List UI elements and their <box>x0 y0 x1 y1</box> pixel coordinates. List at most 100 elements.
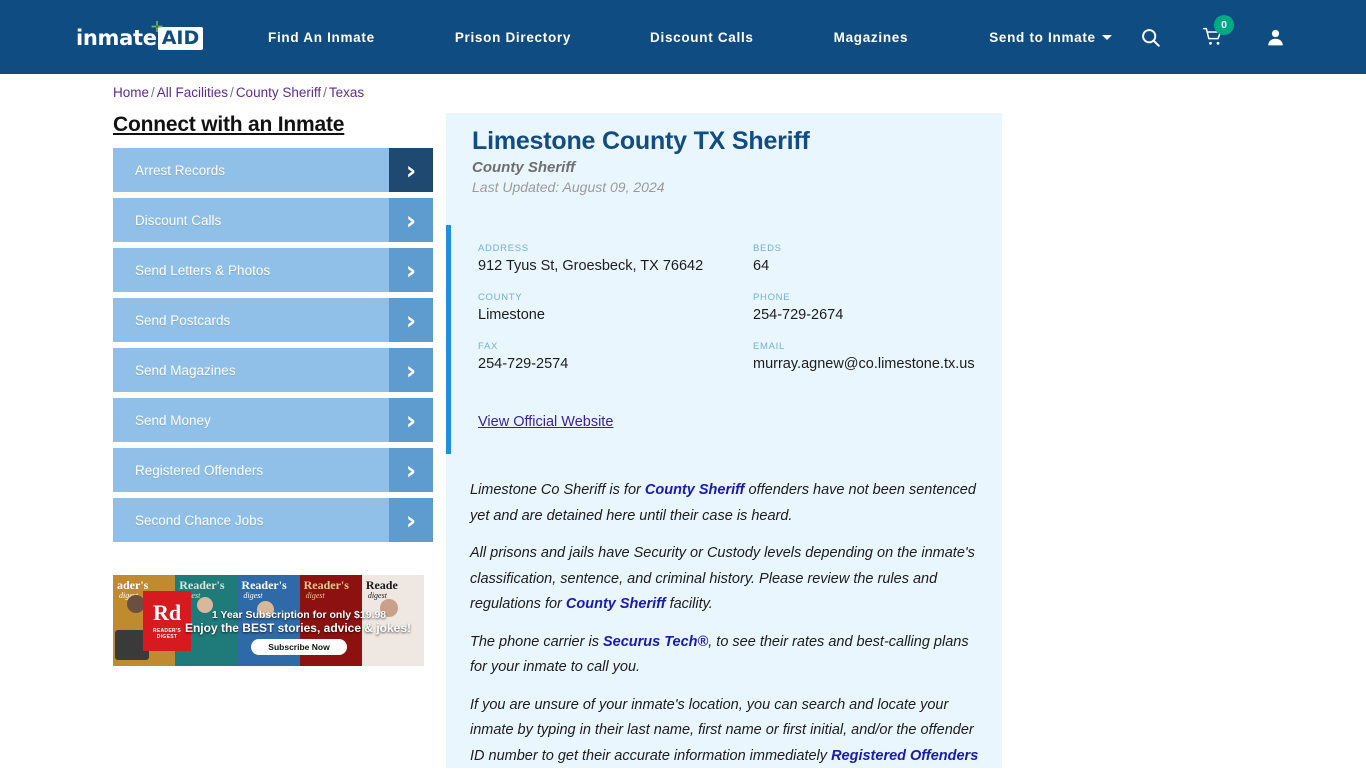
info-field-phone: PHONE 254-729-2674 <box>753 292 983 324</box>
ad-headline: 1 Year Subscription for only $19.98 <box>211 609 387 621</box>
info-field-beds: BEDS 64 <box>753 243 983 275</box>
facility-info-grid: ADDRESS 912 Tyus St, Groesbeck, TX 76642… <box>478 243 983 390</box>
sidebar-item-label: Second Chance Jobs <box>135 512 264 528</box>
sidebar-item-second-chance-jobs[interactable]: Second Chance Jobs › <box>113 498 433 542</box>
cart-count-badge: 0 <box>1214 15 1234 35</box>
site-logo[interactable]: inmate ✛ AID <box>76 19 204 51</box>
last-updated: Last Updated: August 09, 2024 <box>472 179 665 195</box>
cover-sub: digest <box>243 591 263 600</box>
chevron-right-icon: › <box>389 348 433 392</box>
cover-sub: digest <box>305 591 325 600</box>
link-county-sheriff[interactable]: County Sheriff <box>645 482 745 498</box>
sidebar-item-label: Registered Offenders <box>135 462 264 478</box>
cover-sub: digest <box>367 591 387 600</box>
site-header: inmate ✛ AID Find An Inmate Prison Direc… <box>0 0 1366 74</box>
page-title: Limestone County TX Sheriff <box>472 127 810 155</box>
info-value: Limestone <box>478 307 545 323</box>
chevron-right-icon: › <box>389 148 433 192</box>
search-icon[interactable] <box>1140 27 1161 48</box>
breadcrumb: Home / All Facilities / County Sheriff / Texas <box>113 85 364 100</box>
plus-icon: ✛ <box>150 17 164 36</box>
header-icon-group: 0 <box>1140 0 1366 74</box>
info-label: COUNTY <box>478 292 523 303</box>
info-label: PHONE <box>753 292 791 303</box>
info-value: 912 Tyus St, Groesbeck, TX 76642 <box>478 258 704 274</box>
advertisement-banner[interactable]: ader's digest Reader's digest Reader's d… <box>113 575 424 666</box>
primary-navigation: Find An Inmate Prison Directory Discount… <box>268 0 1112 74</box>
info-label: ADDRESS <box>478 243 529 254</box>
nav-find-an-inmate[interactable]: Find An Inmate <box>268 30 375 45</box>
sidebar-item-send-letters-photos[interactable]: Send Letters & Photos › <box>113 248 433 292</box>
paragraph-text: The phone carrier is <box>470 633 603 650</box>
nav-send-to-inmate[interactable]: Send to Inmate <box>989 30 1112 45</box>
info-value: 254-729-2574 <box>478 356 569 372</box>
logo-aid-badge: ✛ AID <box>151 19 204 50</box>
paragraph-text: All prisons and jails have Security or C… <box>470 545 975 612</box>
cover-title: Reader's <box>241 578 287 592</box>
paragraph-text: facility. <box>665 596 713 612</box>
nav-magazines[interactable]: Magazines <box>834 30 909 45</box>
chevron-right-icon: › <box>389 248 433 292</box>
info-value: 254-729-2674 <box>753 307 844 323</box>
description-paragraph-1: Limestone Co Sheriff is for County Sheri… <box>470 478 986 529</box>
chevron-down-icon <box>1101 34 1112 40</box>
sidebar-heading: Connect with an Inmate <box>113 113 345 136</box>
sidebar-item-label: Arrest Records <box>135 162 226 178</box>
cover-title: Reader's <box>303 578 349 592</box>
cover-title: Reader's <box>179 578 225 592</box>
sidebar-item-label: Send Postcards <box>135 312 231 328</box>
view-official-website-link[interactable]: View Official Website <box>478 414 613 430</box>
info-field-fax: FAX 254-729-2574 <box>478 341 753 373</box>
sidebar-item-label: Discount Calls <box>135 212 222 228</box>
link-securus-tech[interactable]: Securus Tech® <box>603 634 708 650</box>
cart-icon[interactable]: 0 <box>1202 15 1234 47</box>
logo-aid-text: AID <box>161 26 200 49</box>
breadcrumb-item-all-facilities[interactable]: All Facilities <box>157 85 228 100</box>
ad-subheadline: Enjoy the BEST stories, advice & jokes! <box>184 621 412 635</box>
chevron-right-icon: › <box>389 198 433 242</box>
link-registered-offenders[interactable]: Registered Offenders <box>831 748 978 764</box>
chevron-right-icon: › <box>389 498 433 542</box>
info-value: 64 <box>753 258 770 274</box>
nav-prison-directory[interactable]: Prison Directory <box>455 30 571 45</box>
link-county-sheriff[interactable]: County Sheriff <box>566 596 666 612</box>
sidebar-item-discount-calls[interactable]: Discount Calls › <box>113 198 433 242</box>
info-label: BEDS <box>753 243 782 254</box>
info-value: murray.agnew@co.limestone.tx.us <box>753 356 975 372</box>
breadcrumb-item-texas[interactable]: Texas <box>329 85 364 100</box>
sidebar-item-send-money[interactable]: Send Money › <box>113 398 433 442</box>
breadcrumb-item-county-sheriff[interactable]: County Sheriff <box>236 85 321 100</box>
sidebar: Connect with an Inmate Arrest Records › … <box>113 113 433 548</box>
subscribe-now-button[interactable]: Subscribe Now <box>251 639 347 655</box>
sidebar-item-label: Send Magazines <box>135 362 236 378</box>
info-label: EMAIL <box>753 341 786 352</box>
sidebar-item-arrest-records[interactable]: Arrest Records › <box>113 148 433 192</box>
chevron-right-icon: › <box>389 448 433 492</box>
description-paragraph-3: The phone carrier is Securus Tech®, to s… <box>470 630 986 681</box>
user-icon[interactable] <box>1266 27 1285 48</box>
nav-send-to-inmate-label: Send to Inmate <box>989 29 1096 45</box>
facility-type: County Sheriff <box>472 159 576 176</box>
info-label: FAX <box>478 341 499 352</box>
paragraph-text: Limestone Co Sheriff is for <box>470 482 645 498</box>
info-field-county: COUNTY Limestone <box>478 292 753 324</box>
description-paragraph-2: All prisons and jails have Security or C… <box>470 541 986 618</box>
logo-wordmark: inmate <box>76 26 157 50</box>
cover-title: Reade <box>365 578 398 592</box>
sidebar-item-registered-offenders[interactable]: Registered Offenders › <box>113 448 433 492</box>
breadcrumb-item-home[interactable]: Home <box>113 85 149 100</box>
chevron-right-icon: › <box>389 298 433 342</box>
sidebar-item-send-magazines[interactable]: Send Magazines › <box>113 348 433 392</box>
sidebar-item-send-postcards[interactable]: Send Postcards › <box>113 298 433 342</box>
breadcrumb-separator: / <box>323 85 327 100</box>
info-field-email: EMAIL murray.agnew@co.limestone.tx.us <box>753 341 983 373</box>
sidebar-item-label: Send Money <box>135 412 211 428</box>
info-field-address: ADDRESS 912 Tyus St, Groesbeck, TX 76642 <box>478 243 753 275</box>
chevron-right-icon: › <box>389 398 433 442</box>
breadcrumb-separator: / <box>230 85 234 100</box>
nav-discount-calls[interactable]: Discount Calls <box>650 30 754 45</box>
cover-title: ader's <box>117 578 149 592</box>
sidebar-item-label: Send Letters & Photos <box>135 262 271 278</box>
breadcrumb-separator: / <box>151 85 155 100</box>
description-paragraph-4: If you are unsure of your inmate's locat… <box>470 693 986 770</box>
